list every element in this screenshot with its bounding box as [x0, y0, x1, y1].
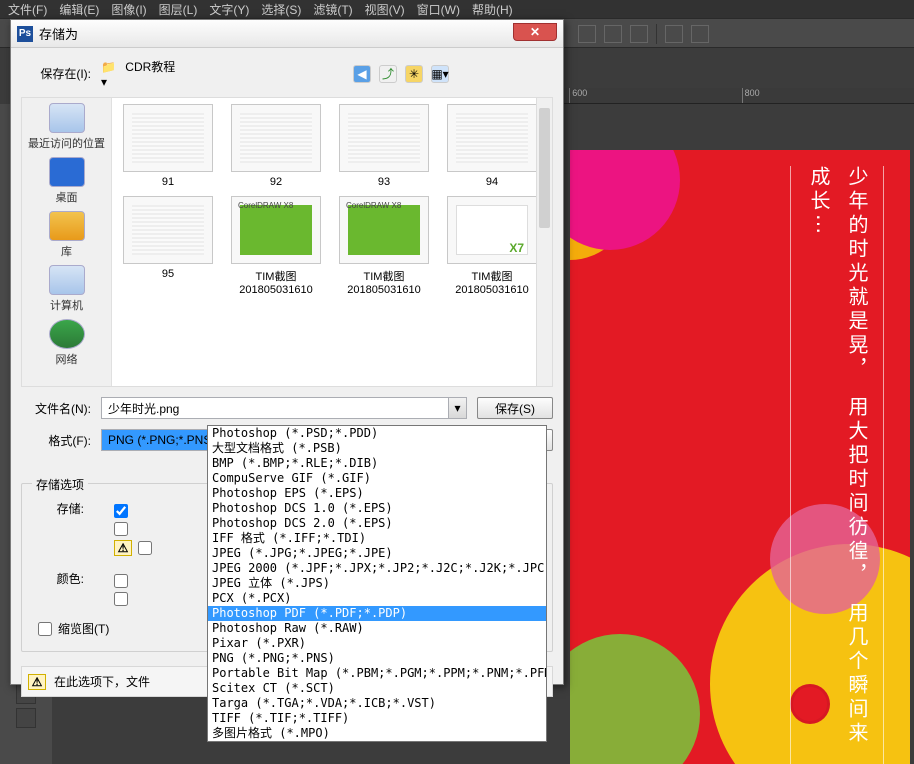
format-option[interactable]: JPEG (*.JPG;*.JPEG;*.JPE)	[208, 546, 546, 561]
file-item[interactable]: TIM截图201805031610	[226, 196, 326, 296]
filename-input[interactable]: 少年时光.png ▾	[101, 397, 467, 419]
menu-edit[interactable]: 编辑(E)	[59, 1, 99, 18]
places-bar: 最近访问的位置 桌面 库 计算机 网络	[22, 98, 112, 386]
place-computer[interactable]: 计算机	[49, 264, 85, 314]
place-recent[interactable]: 最近访问的位置	[28, 102, 105, 152]
warning-icon: ⚠	[28, 674, 46, 690]
up-icon[interactable]: ⤴	[379, 65, 397, 83]
ruler-tick: 600	[569, 88, 741, 103]
menu-window[interactable]: 窗口(W)	[417, 1, 460, 18]
format-option[interactable]: PNG (*.PNG;*.PNS)	[208, 651, 546, 666]
file-list[interactable]: 91 92 93 94 95 TIM截图201805031610 TIM截图20…	[112, 98, 552, 386]
distribute-icon[interactable]	[691, 25, 709, 43]
menu-layer[interactable]: 图层(L)	[159, 1, 198, 18]
menu-view[interactable]: 视图(V)	[365, 1, 405, 18]
format-option[interactable]: Photoshop DCS 1.0 (*.EPS)	[208, 501, 546, 516]
format-option[interactable]: Photoshop Raw (*.RAW)	[208, 621, 546, 636]
folder-icon: 📁	[101, 60, 116, 74]
save-in-value: CDR教程	[125, 60, 175, 74]
file-item[interactable]: TIM截图201805031610	[334, 196, 434, 296]
separator	[656, 24, 657, 44]
align-icon[interactable]	[578, 25, 596, 43]
new-folder-icon[interactable]: ✳	[405, 65, 423, 83]
checkbox[interactable]	[138, 541, 152, 555]
menu-file[interactable]: 文件(F)	[8, 1, 47, 18]
format-option[interactable]: BMP (*.BMP;*.RLE;*.DIB)	[208, 456, 546, 471]
file-item[interactable]: 91	[118, 104, 218, 188]
scrollbar[interactable]	[536, 98, 552, 386]
dialog-titlebar[interactable]: Ps 存储为 ✕	[11, 20, 563, 48]
vertical-text: 少年的时光就是晃， 用大把时间彷徨， 用几个瞬间来成长⋯	[790, 166, 884, 764]
chevron-down-icon[interactable]: ▾	[101, 75, 341, 89]
file-item[interactable]: TIM截图201805031610	[442, 196, 542, 296]
menu-image[interactable]: 图像(I)	[111, 1, 146, 18]
menu-filter[interactable]: 滤镜(T)	[313, 1, 352, 18]
format-option[interactable]: 多图片格式 (*.MPO)	[208, 726, 546, 741]
file-browser: 最近访问的位置 桌面 库 计算机 网络 91 92 93 94 95 TIM截图…	[21, 97, 553, 387]
filename-value: 少年时光.png	[108, 400, 179, 417]
checkbox[interactable]	[114, 522, 128, 536]
place-desktop[interactable]: 桌面	[49, 156, 85, 206]
file-item[interactable]: 94	[442, 104, 542, 188]
circle-shape	[570, 634, 700, 764]
menu-type[interactable]: 文字(Y)	[209, 1, 249, 18]
circle-shape	[570, 150, 680, 250]
format-option[interactable]: JPEG 2000 (*.JPF;*.JPX;*.JP2;*.J2C;*.J2K…	[208, 561, 546, 576]
back-icon[interactable]: ◀	[353, 65, 371, 83]
menu-help[interactable]: 帮助(H)	[472, 1, 513, 18]
save-in-combo[interactable]: 📁 CDR教程 ▾	[101, 58, 341, 89]
ps-icon: Ps	[17, 26, 33, 42]
file-item[interactable]: 93	[334, 104, 434, 188]
format-value: PNG (*.PNG;*.PNS)	[108, 433, 215, 447]
group-title: 存储选项	[32, 476, 88, 493]
close-button[interactable]: ✕	[513, 23, 557, 41]
thumbnail-label: 缩览图(T)	[58, 620, 109, 637]
save-button[interactable]: 保存(S)	[477, 397, 553, 419]
ruler-tick: 800	[742, 88, 914, 103]
chevron-down-icon[interactable]: ▾	[448, 398, 466, 418]
document-canvas: 少年的时光就是晃， 用大把时间彷徨， 用几个瞬间来成长⋯	[570, 150, 910, 764]
format-option[interactable]: TIFF (*.TIF;*.TIFF)	[208, 711, 546, 726]
place-library[interactable]: 库	[49, 210, 85, 260]
warning-text: 在此选项下，文件	[54, 673, 150, 690]
menu-bar: 文件(F) 编辑(E) 图像(I) 图层(L) 文字(Y) 选择(S) 滤镜(T…	[0, 0, 914, 18]
filename-label: 文件名(N):	[21, 400, 101, 417]
checkbox[interactable]	[114, 574, 128, 588]
align-icon[interactable]	[604, 25, 622, 43]
tool-icon[interactable]	[16, 708, 36, 728]
format-option[interactable]: Photoshop (*.PSD;*.PDD)	[208, 426, 546, 441]
format-option[interactable]: Photoshop PDF (*.PDF;*.PDP)	[208, 606, 546, 621]
view-menu-icon[interactable]: ▦▾	[431, 65, 449, 83]
format-option[interactable]: Portable Bit Map (*.PBM;*.PGM;*.PPM;*.PN…	[208, 666, 546, 681]
checkbox[interactable]	[114, 592, 128, 606]
file-item[interactable]: 95	[118, 196, 218, 296]
format-option[interactable]: Photoshop EPS (*.EPS)	[208, 486, 546, 501]
dialog-title: 存储为	[39, 24, 513, 43]
align-icon[interactable]	[630, 25, 648, 43]
save-section-label: 存储:	[34, 500, 94, 517]
place-network[interactable]: 网络	[49, 318, 85, 368]
warning-icon: ⚠	[114, 540, 132, 556]
format-option[interactable]: 大型文档格式 (*.PSB)	[208, 441, 546, 456]
format-label: 格式(F):	[21, 432, 101, 449]
distribute-icon[interactable]	[665, 25, 683, 43]
format-option[interactable]: CompuServe GIF (*.GIF)	[208, 471, 546, 486]
thumbnail-checkbox[interactable]	[38, 622, 52, 636]
file-item[interactable]: 92	[226, 104, 326, 188]
format-dropdown[interactable]: Photoshop (*.PSD;*.PDD)大型文档格式 (*.PSB)BMP…	[207, 425, 547, 742]
format-option[interactable]: Photoshop DCS 2.0 (*.EPS)	[208, 516, 546, 531]
format-option[interactable]: IFF 格式 (*.IFF;*.TDI)	[208, 531, 546, 546]
format-option[interactable]: PCX (*.PCX)	[208, 591, 546, 606]
save-in-label: 保存在(I):	[21, 65, 101, 82]
format-option[interactable]: Scitex CT (*.SCT)	[208, 681, 546, 696]
menu-select[interactable]: 选择(S)	[261, 1, 301, 18]
format-option[interactable]: Targa (*.TGA;*.VDA;*.ICB;*.VST)	[208, 696, 546, 711]
format-option[interactable]: JPEG 立体 (*.JPS)	[208, 576, 546, 591]
format-option[interactable]: Pixar (*.PXR)	[208, 636, 546, 651]
checkbox[interactable]	[114, 504, 128, 518]
color-section-label: 颜色:	[34, 570, 94, 587]
